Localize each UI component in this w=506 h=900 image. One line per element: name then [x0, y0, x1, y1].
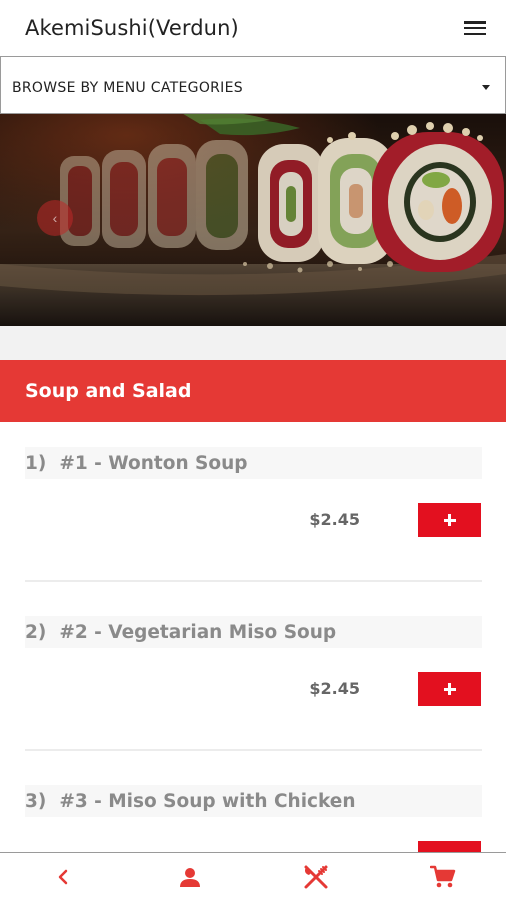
sushi-banner-image	[0, 114, 506, 326]
hamburger-line	[464, 21, 486, 24]
hamburger-menu-icon[interactable]	[464, 18, 488, 38]
add-to-cart-button[interactable]	[418, 672, 481, 706]
bottom-navigation	[0, 852, 506, 900]
nav-menu-button[interactable]	[253, 853, 380, 900]
caret-down-icon	[482, 84, 490, 90]
menu-item-number: 1)	[25, 452, 47, 474]
app-title: AkemiSushi(Verdun)	[25, 16, 239, 40]
menu-item-price: $2.45	[309, 510, 360, 529]
item-divider	[25, 749, 482, 751]
menu-item-name-bar: 2) #2 - Vegetarian Miso Soup	[25, 616, 482, 648]
add-to-cart-button[interactable]	[418, 841, 481, 852]
plus-icon	[448, 514, 451, 526]
menu-item: 3) #3 - Miso Soup with Chicken	[0, 760, 506, 852]
app-screen: AkemiSushi(Verdun) BROWSE BY MENU CATEGO…	[0, 0, 506, 900]
menu-item-number: 2)	[25, 621, 47, 643]
category-dropdown-label: BROWSE BY MENU CATEGORIES	[12, 80, 243, 96]
hamburger-line	[464, 26, 486, 30]
carousel-prev-button[interactable]: ‹	[37, 200, 73, 236]
category-section-header: Soup and Salad	[0, 360, 506, 422]
menu-item: 1) #1 - Wonton Soup $2.45	[0, 422, 506, 591]
menu-item-name: #1 - Wonton Soup	[59, 452, 248, 474]
section-title: Soup and Salad	[25, 380, 192, 402]
category-dropdown[interactable]: BROWSE BY MENU CATEGORIES	[0, 56, 506, 114]
chevron-left-icon	[59, 869, 68, 884]
menu-item-price: $2.45	[309, 679, 360, 698]
nav-back-button[interactable]	[0, 853, 127, 900]
cart-icon	[429, 865, 455, 887]
menu-item-number: 3)	[25, 790, 47, 812]
chevron-left-icon: ‹	[52, 210, 58, 226]
nav-cart-button[interactable]	[380, 853, 506, 900]
menu-item-name-bar: 3) #3 - Miso Soup with Chicken	[25, 785, 482, 817]
hamburger-line	[464, 32, 486, 35]
plus-icon	[448, 683, 451, 695]
utensils-icon	[304, 865, 328, 888]
item-divider	[25, 580, 482, 582]
hero-banner: ‹	[0, 114, 506, 326]
section-spacer	[0, 326, 506, 360]
nav-account-button[interactable]	[127, 853, 254, 900]
menu-item-list: 1) #1 - Wonton Soup $2.45 2) #2 - Vegeta…	[0, 422, 506, 852]
menu-item-name-bar: 1) #1 - Wonton Soup	[25, 447, 482, 479]
app-header: AkemiSushi(Verdun)	[0, 0, 506, 56]
user-icon	[179, 867, 200, 887]
menu-item-name: #3 - Miso Soup with Chicken	[59, 790, 356, 812]
add-to-cart-button[interactable]	[418, 503, 481, 537]
menu-item-name: #2 - Vegetarian Miso Soup	[59, 621, 337, 643]
menu-item: 2) #2 - Vegetarian Miso Soup $2.45	[0, 591, 506, 760]
